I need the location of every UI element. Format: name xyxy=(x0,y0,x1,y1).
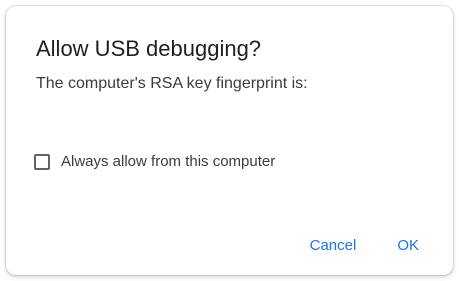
always-allow-checkbox[interactable] xyxy=(34,154,50,170)
cancel-button[interactable]: Cancel xyxy=(306,232,361,260)
usb-debugging-dialog: Allow USB debugging? The computer's RSA … xyxy=(6,6,453,275)
ok-button[interactable]: OK xyxy=(393,232,423,260)
dialog-title: Allow USB debugging? xyxy=(36,36,262,61)
dialog-actions: Cancel OK xyxy=(306,232,423,260)
always-allow-option[interactable]: Always allow from this computer xyxy=(34,150,275,174)
always-allow-label: Always allow from this computer xyxy=(61,153,276,170)
dialog-message: The computer's RSA key fingerprint is: xyxy=(36,75,308,92)
